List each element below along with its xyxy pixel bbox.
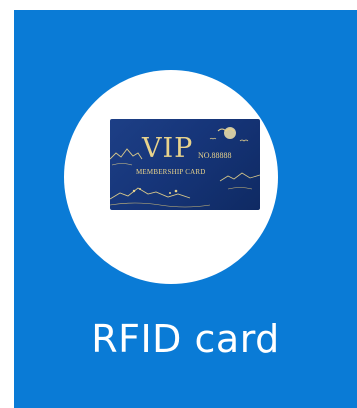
card-number: NO.88888 — [198, 151, 232, 160]
vip-membership-card-image: VIP NO.88888 MEMBERSHIP CARD — [110, 119, 260, 210]
card-subtitle: MEMBERSHIP CARD — [136, 168, 206, 176]
tile-label: RFID card — [91, 317, 280, 361]
card-title: VIP — [142, 133, 194, 164]
